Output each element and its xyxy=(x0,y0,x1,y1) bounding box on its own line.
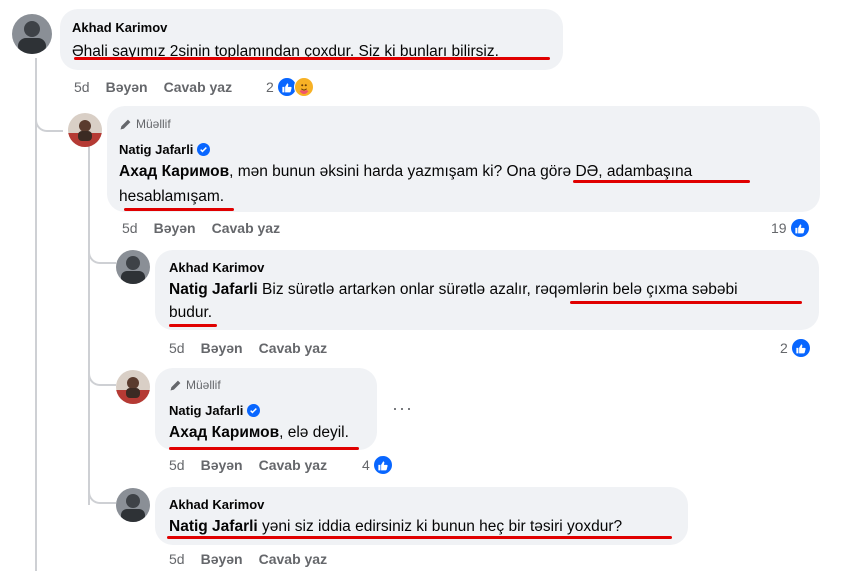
comment-author[interactable]: Akhad Karimov xyxy=(169,260,805,276)
reaction-number: 19 xyxy=(771,220,787,236)
comment-bubble: Müəllif Natig Jafarli Ахад Каримов, mən … xyxy=(107,106,820,212)
author-badge: Müəllif xyxy=(119,116,171,132)
like-button[interactable]: Bəyən xyxy=(201,551,243,567)
comment-time[interactable]: 5d xyxy=(169,457,185,473)
reaction-count[interactable]: 4 xyxy=(362,455,393,475)
badge-label: Müəllif xyxy=(136,117,171,131)
comment-actions: 5d Bəyən Cavab yaz xyxy=(169,551,327,567)
comment-actions: 5d Bəyən Cavab yaz xyxy=(169,457,327,473)
reaction-number: 4 xyxy=(362,457,370,473)
comment-author[interactable]: Natig Jafarli xyxy=(119,142,193,157)
comment-bubble: Müəllif Natig Jafarli Ахад Каримов, elə … xyxy=(155,368,377,450)
reaction-count[interactable]: 19 xyxy=(771,218,810,238)
comment-bubble: Akhad Karimov Natig Jafarli Biz sürətlə … xyxy=(155,250,819,330)
highlight-underline xyxy=(573,180,750,183)
reaction-number: 2 xyxy=(266,79,274,95)
like-icon xyxy=(789,218,810,238)
highlight-underline xyxy=(570,301,802,304)
reaction-number: 2 xyxy=(780,340,788,356)
comment-actions: 5d Bəyən Cavab yaz xyxy=(74,79,232,95)
like-button[interactable]: Bəyən xyxy=(106,79,148,95)
comment-time[interactable]: 5d xyxy=(122,220,138,236)
avatar[interactable] xyxy=(12,14,52,54)
verified-icon xyxy=(197,142,211,156)
thread-connector xyxy=(88,248,116,264)
comment-time[interactable]: 5d xyxy=(169,551,185,567)
comment-text: Ахад Каримов, mən bunun əksini harda yaz… xyxy=(119,162,693,205)
reply-button[interactable]: Cavab yaz xyxy=(164,79,232,95)
mention-link[interactable]: Natig Jafarli xyxy=(169,518,258,535)
thread-connector xyxy=(35,116,63,132)
mention-link[interactable]: Ахад Каримов xyxy=(169,424,279,441)
like-button[interactable]: Bəyən xyxy=(154,220,196,236)
reply-button[interactable]: Cavab yaz xyxy=(212,220,280,236)
highlight-underline xyxy=(124,208,234,211)
highlight-underline xyxy=(167,536,672,539)
reply-button[interactable]: Cavab yaz xyxy=(259,457,327,473)
thread-line-nested xyxy=(88,145,90,505)
avatar[interactable] xyxy=(116,488,150,522)
thread-line-main xyxy=(35,58,37,571)
care-icon xyxy=(293,77,314,97)
comment-time[interactable]: 5d xyxy=(169,340,185,356)
reaction-count[interactable]: 2 xyxy=(780,338,811,358)
highlight-underline xyxy=(74,57,550,60)
thread-connector xyxy=(88,488,116,504)
more-options-button[interactable]: ··· xyxy=(392,398,413,419)
highlight-underline xyxy=(169,447,359,450)
like-icon xyxy=(790,338,811,358)
comment-actions: 5d Bəyən Cavab yaz xyxy=(169,340,327,356)
author-badge: Müəllif xyxy=(169,377,221,393)
pencil-icon xyxy=(170,380,181,390)
reply-button[interactable]: Cavab yaz xyxy=(259,340,327,356)
reaction-count[interactable]: 2 xyxy=(266,77,314,97)
comment-text: Ахад Каримов, elə deyil. xyxy=(169,423,349,441)
comment-author[interactable]: Akhad Karimov xyxy=(72,20,551,36)
mention-link[interactable]: Ахад Каримов xyxy=(119,163,229,180)
reply-button[interactable]: Cavab yaz xyxy=(259,551,327,567)
like-button[interactable]: Bəyən xyxy=(201,457,243,473)
like-button[interactable]: Bəyən xyxy=(201,340,243,356)
badge-label: Müəllif xyxy=(186,378,221,392)
comment-author[interactable]: Akhad Karimov xyxy=(169,497,674,513)
comment-time[interactable]: 5d xyxy=(74,79,90,95)
like-icon xyxy=(372,455,393,475)
comment-bubble: Akhad Karimov Əhali sayımız 2sinin topla… xyxy=(60,9,563,70)
avatar[interactable] xyxy=(116,250,150,284)
avatar[interactable] xyxy=(68,113,102,147)
mention-link[interactable]: Natig Jafarli xyxy=(169,281,258,298)
verified-icon xyxy=(247,403,261,417)
comment-author[interactable]: Natig Jafarli xyxy=(169,403,243,418)
thread-connector xyxy=(88,370,116,386)
comment-actions: 5d Bəyən Cavab yaz xyxy=(122,220,280,236)
avatar[interactable] xyxy=(116,370,150,404)
highlight-underline xyxy=(169,324,217,327)
pencil-icon xyxy=(120,119,131,129)
comment-text: Natig Jafarli yəni siz iddia edirsiniz k… xyxy=(169,518,623,535)
